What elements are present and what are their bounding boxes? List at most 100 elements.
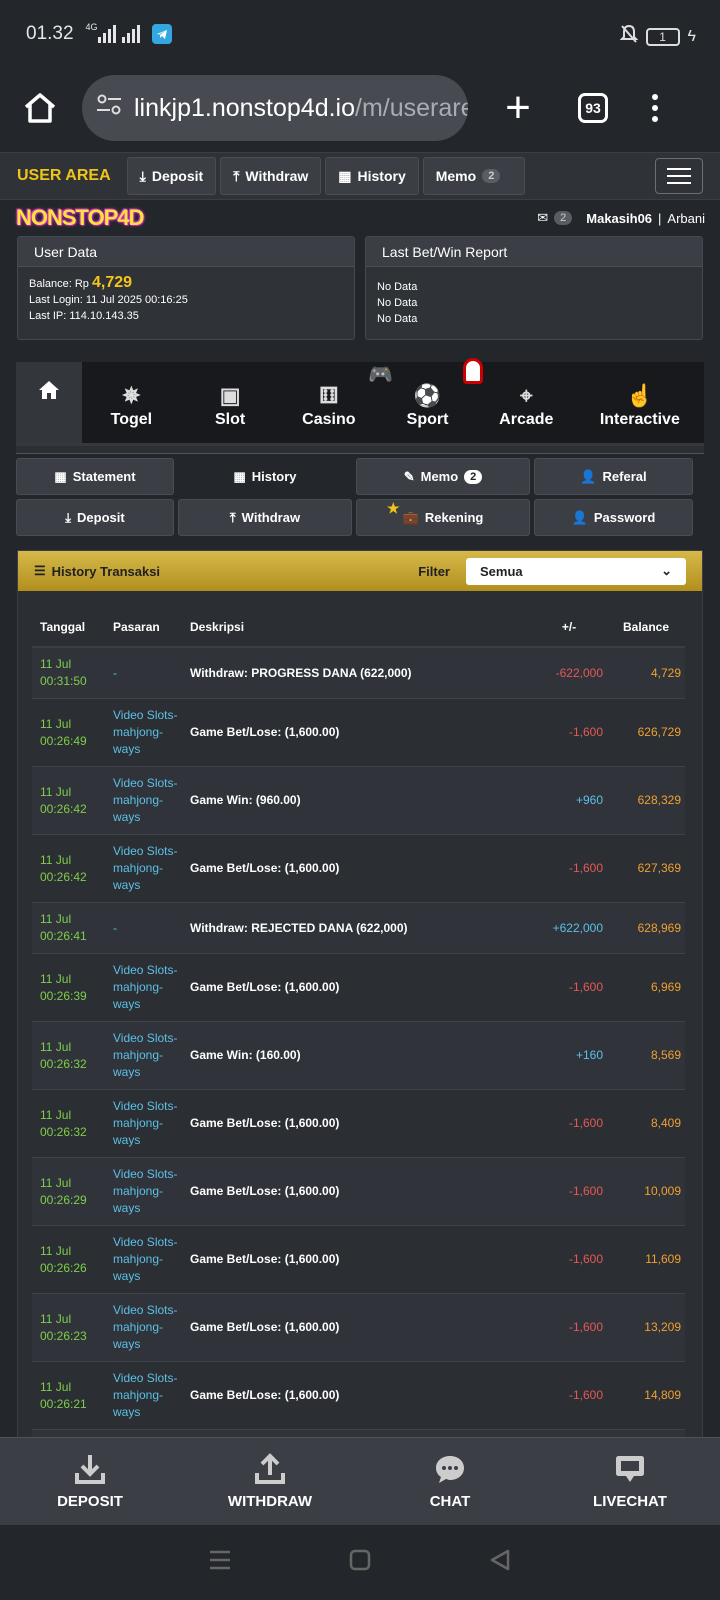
filter-value: Semua	[480, 563, 523, 579]
date-time: 00:26:42	[40, 801, 87, 816]
cell-balance: 11,609	[607, 1225, 685, 1294]
bottom-livechat-button[interactable]: LIVECHAT	[540, 1438, 720, 1525]
cell-description: Withdraw: PROGRESS DANA (622,000)	[186, 646, 531, 699]
briefcase-icon: 💼	[402, 509, 419, 525]
cell-date: 11 Jul 00:26:39	[32, 953, 109, 1022]
cell-market[interactable]: -	[109, 646, 186, 699]
tab-slot[interactable]: ▣ Slot	[181, 362, 280, 443]
balance-value: 4,729	[91, 274, 133, 291]
statement-button[interactable]: ▦ Statement	[16, 458, 174, 495]
cell-market[interactable]: Video Slots- mahjong- ways	[109, 834, 186, 903]
rekening-button[interactable]: ★ 💼 Rekening	[356, 499, 530, 536]
new-tab-icon[interactable]: +	[496, 83, 540, 133]
tab-sport-label: Sport	[406, 411, 449, 428]
network-type: 4G	[85, 22, 98, 32]
bottom-deposit-label: DEPOSIT	[57, 1493, 123, 1510]
cell-market[interactable]: Video Slots- mahjong- ways	[109, 1293, 186, 1362]
cell-market[interactable]: Video Slots- mahjong- ways	[109, 1089, 186, 1158]
referal-button[interactable]: 👤 Referal	[534, 458, 693, 495]
charging-icon: ϟ	[687, 28, 696, 45]
home-icon[interactable]	[18, 86, 62, 130]
filter-select[interactable]: Semua ⌄	[466, 557, 686, 585]
cell-market[interactable]: Video Slots- mahjong- ways	[109, 953, 186, 1022]
withdraw-label: Withdraw	[245, 168, 309, 184]
bottom-withdraw-button[interactable]: WITHDRAW	[180, 1438, 360, 1525]
withdraw-button[interactable]: ⤒ Withdraw	[220, 157, 322, 195]
cell-balance: 627,369	[607, 834, 685, 903]
tab-casino[interactable]: ⚅ Casino	[279, 362, 378, 443]
recents-icon[interactable]	[208, 1549, 232, 1576]
bottom-chat-button[interactable]: CHAT	[360, 1438, 540, 1525]
cell-balance: 626,729	[607, 698, 685, 767]
back-icon[interactable]	[488, 1548, 512, 1577]
site-logo[interactable]: NONSTOP4D	[16, 205, 145, 231]
cell-balance: 628,329	[607, 766, 685, 835]
password-button[interactable]: 👤 Password	[534, 499, 693, 536]
cell-balance: 4,729	[607, 646, 685, 699]
tab-switcher-button[interactable]: 93	[578, 93, 608, 123]
address-bar[interactable]: linkjp1.nonstop4d.io/m/userarea	[82, 75, 468, 141]
signal-icon-2	[121, 25, 140, 43]
date-day: 11 Jul	[40, 784, 72, 799]
history-button[interactable]: ▦ History	[325, 157, 419, 195]
date-time: 00:26:32	[40, 1124, 87, 1139]
gamepad-icon: 🎮	[368, 364, 394, 386]
cell-market[interactable]: Video Slots- mahjong- ways	[109, 1021, 186, 1090]
date-time: 00:26:23	[40, 1328, 87, 1343]
tab-home[interactable]	[16, 362, 82, 443]
memo-button[interactable]: Memo 2	[422, 157, 526, 195]
user-area-title: USER AREA	[17, 167, 111, 184]
cell-market[interactable]: -	[109, 902, 186, 954]
cell-market[interactable]: Video Slots- mahjong- ways	[109, 1225, 186, 1294]
cell-description: Game Bet/Lose: (1,600.00)	[186, 953, 531, 1022]
tab-togel[interactable]: ✵ Togel	[82, 362, 181, 443]
table-row: 11 Jul 00:26:39 Video Slots- mahjong- ways…	[32, 953, 685, 1022]
deposit-button[interactable]: ⤓ Deposit	[126, 157, 217, 195]
home-nav-icon[interactable]	[349, 1549, 371, 1576]
site-settings-icon[interactable]	[96, 94, 122, 123]
tab-arcade[interactable]: ⌖ Arcade	[477, 362, 576, 443]
tab-interactive[interactable]: ☝ Interactive	[576, 362, 704, 443]
table-row: 11 Jul 00:26:42 Video Slots- mahjong- ways…	[32, 766, 685, 835]
cell-description: Game Bet/Lose: (1,600.00)	[186, 698, 531, 767]
separator: |	[658, 210, 662, 226]
table-row: 11 Jul 00:26:21 Video Slots- mahjong- ways…	[32, 1361, 685, 1430]
deposit-label: Deposit	[151, 168, 204, 184]
table-row: 11 Jul 00:26:42 Video Slots- mahjong- ways…	[32, 834, 685, 903]
history-panel-header: ☰ History Transaksi Filter Semua ⌄	[18, 551, 702, 591]
last-login: Last Login: 11 Jul 2025 00:16:25	[29, 294, 188, 306]
date-day: 11 Jul	[40, 1175, 72, 1190]
table-row: 11 Jul 00:26:49 Video Slots- mahjong- ways…	[32, 698, 685, 767]
mail-icon[interactable]: ✉	[537, 210, 548, 226]
cell-balance: 6,969	[607, 953, 685, 1022]
date-day: 11 Jul	[40, 1311, 72, 1326]
date-day: 11 Jul	[40, 1379, 72, 1394]
cell-market[interactable]: Video Slots- mahjong- ways	[109, 1157, 186, 1226]
history-panel-title: History Transaksi	[51, 563, 161, 579]
history-tab-button[interactable]: ▦ History	[178, 458, 352, 495]
cell-market[interactable]: Video Slots- mahjong- ways	[109, 766, 186, 835]
battery-icon: 1	[645, 28, 680, 46]
history-table: Tanggal Pasaran Deskripsi +/- Balance 11…	[32, 607, 685, 1497]
more-menu-icon[interactable]	[652, 94, 658, 122]
cell-market[interactable]: Video Slots- mahjong- ways	[109, 1361, 186, 1430]
tab-sport[interactable]: ⚽ Sport 🎮	[368, 358, 483, 443]
bottom-deposit-button[interactable]: DEPOSIT	[0, 1438, 180, 1525]
user-info: ✉ 2 Makasih06 | Arbani	[537, 210, 705, 226]
cell-market[interactable]: Video Slots- mahjong- ways	[109, 698, 186, 767]
memo-tab-button[interactable]: ✎ Memo 2	[356, 458, 530, 495]
referal-label: Referal	[602, 469, 647, 484]
crosshair-icon: ⌖	[520, 383, 533, 408]
tab-interactive-label: Interactive	[599, 411, 680, 428]
cell-balance: 8,409	[607, 1089, 685, 1158]
url-host: linkjp1.nonstop4d.io	[134, 93, 355, 122]
calendar-icon: ▦	[338, 167, 352, 184]
hamburger-menu-icon[interactable]	[655, 158, 703, 194]
last-ip: Last IP: 114.10.143.35	[29, 310, 139, 322]
withdraw-tab-label: Withdraw	[241, 510, 301, 525]
date-time: 00:26:42	[40, 869, 87, 884]
deposit-tab-button[interactable]: ⤓ Deposit	[16, 499, 174, 536]
soccer-ball-icon: ⚽	[413, 383, 442, 408]
withdraw-tab-button[interactable]: ⤒ Withdraw	[178, 499, 352, 536]
bottom-chat-label: CHAT	[429, 1493, 471, 1510]
